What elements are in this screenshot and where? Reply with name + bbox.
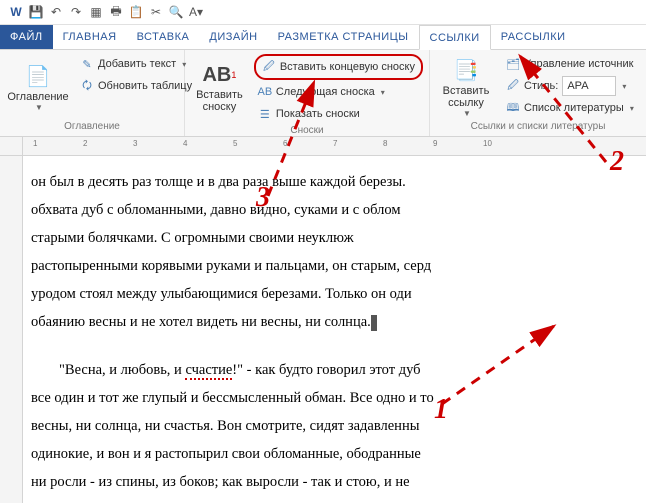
paste-icon[interactable]: 📋 — [128, 4, 144, 20]
save-icon[interactable]: 💾 — [28, 4, 44, 20]
spell-error[interactable]: счастие — [185, 362, 232, 380]
endnote-icon: 🖉 — [262, 58, 276, 77]
page-area: он был в десять раз толще и в два раза в… — [0, 156, 646, 503]
show-notes-label: Показать сноски — [276, 108, 360, 120]
insert-footnote-button[interactable]: AB1 Вставить сноску — [191, 54, 248, 120]
toc-button[interactable]: 📄 Оглавление ▼ — [6, 54, 70, 120]
group-citations: 📑 Вставить ссылку ▼ 🗂 Управление источник… — [430, 50, 646, 136]
show-notes-button[interactable]: ☰ Показать сноски — [254, 104, 423, 124]
print-icon[interactable]: 🖶 — [108, 4, 124, 20]
quick-access-toolbar: W 💾 ↶ ↷ ▦ 🖶 📋 ✂ 🔍 A▾ — [0, 0, 646, 25]
ribbon: 📄 Оглавление ▼ ✎Добавить текст▾ 🗘Обновит… — [0, 50, 646, 137]
tab-home[interactable]: ГЛАВНАЯ — [53, 25, 127, 49]
zoom-icon[interactable]: 🔍 — [168, 4, 184, 20]
show-notes-icon: ☰ — [258, 108, 272, 121]
ruler-corner — [0, 137, 23, 155]
group-citations-title: Ссылки и списки литературы — [436, 120, 640, 134]
next-footnote-icon: AB — [258, 86, 272, 98]
paragraph-2[interactable]: "Весна, и любовь, и счастие!" - как будт… — [23, 356, 646, 496]
toc-label: Оглавление — [7, 91, 68, 103]
word-icon: W — [8, 4, 24, 20]
group-toc-title: Оглавление — [6, 120, 178, 134]
insert-footnote-label: Вставить сноску — [196, 89, 243, 113]
next-footnote-label: Следующая сноска — [276, 86, 375, 98]
bibliography-button[interactable]: 🕮Список литературы▾ — [502, 98, 638, 118]
table-icon[interactable]: ▦ — [88, 4, 104, 20]
group-footnotes: AB1 Вставить сноску 🖉 Вставить концевую с… — [185, 50, 430, 136]
citation-icon: 📑 — [454, 57, 479, 85]
cut-icon[interactable]: ✂ — [148, 4, 164, 20]
tab-insert[interactable]: ВСТАВКА — [127, 25, 200, 49]
group-toc: 📄 Оглавление ▼ ✎Добавить текст▾ 🗘Обновит… — [0, 50, 185, 136]
text-cursor — [371, 315, 377, 331]
update-table-button[interactable]: 🗘 Обновить таблицу — [76, 76, 196, 96]
insert-citation-button[interactable]: 📑 Вставить ссылку ▼ — [436, 54, 496, 120]
footnote-icon: AB1 — [202, 61, 236, 89]
manage-sources-label: Управление источник — [524, 58, 633, 70]
update-icon: 🗘 — [80, 77, 94, 96]
vertical-ruler[interactable] — [0, 156, 23, 503]
manage-sources-icon: 🗂 — [506, 58, 520, 71]
add-text-icon: ✎ — [80, 58, 94, 71]
ruler: 1 2 3 4 5 6 7 8 9 10 — [0, 137, 646, 156]
horizontal-ruler[interactable]: 1 2 3 4 5 6 7 8 9 10 — [23, 137, 646, 155]
undo-icon[interactable]: ↶ — [48, 4, 64, 20]
style-label: Стиль: — [524, 80, 558, 92]
group-footnotes-title: Сноски — [191, 124, 423, 138]
font-icon[interactable]: A▾ — [188, 4, 204, 20]
paragraph-1[interactable]: он был в десять раз толще и в два раза в… — [23, 168, 646, 336]
style-value[interactable]: APA — [562, 76, 616, 96]
manage-sources-button[interactable]: 🗂 Управление источник — [502, 54, 638, 74]
tab-page-layout[interactable]: РАЗМЕТКА СТРАНИЦЫ — [268, 25, 419, 49]
style-selector[interactable]: 🖉Стиль: APA▾ — [502, 76, 638, 96]
tab-references[interactable]: ССЫЛКИ — [419, 25, 491, 50]
style-icon: 🖉 — [506, 77, 520, 96]
tab-file[interactable]: ФАЙЛ — [0, 25, 53, 49]
document-body[interactable]: он был в десять раз толще и в два раза в… — [23, 156, 646, 503]
biblio-label: Список литературы — [524, 102, 624, 114]
tab-design[interactable]: ДИЗАЙН — [199, 25, 267, 49]
tab-mailings[interactable]: РАССЫЛКИ — [491, 25, 576, 49]
next-footnote-button[interactable]: ABСледующая сноска▾ — [254, 82, 423, 102]
insert-citation-label: Вставить ссылку — [443, 85, 490, 109]
toc-icon: 📄 — [26, 63, 51, 91]
ribbon-tabs: ФАЙЛ ГЛАВНАЯ ВСТАВКА ДИЗАЙН РАЗМЕТКА СТР… — [0, 25, 646, 50]
update-label: Обновить таблицу — [98, 80, 192, 92]
redo-icon[interactable]: ↷ — [68, 4, 84, 20]
insert-endnote-button[interactable]: 🖉 Вставить концевую сноску — [254, 54, 423, 80]
insert-endnote-label: Вставить концевую сноску — [280, 61, 415, 73]
add-text-label: Добавить текст — [98, 58, 176, 70]
biblio-icon: 🕮 — [506, 99, 520, 118]
add-text-button[interactable]: ✎Добавить текст▾ — [76, 54, 196, 74]
